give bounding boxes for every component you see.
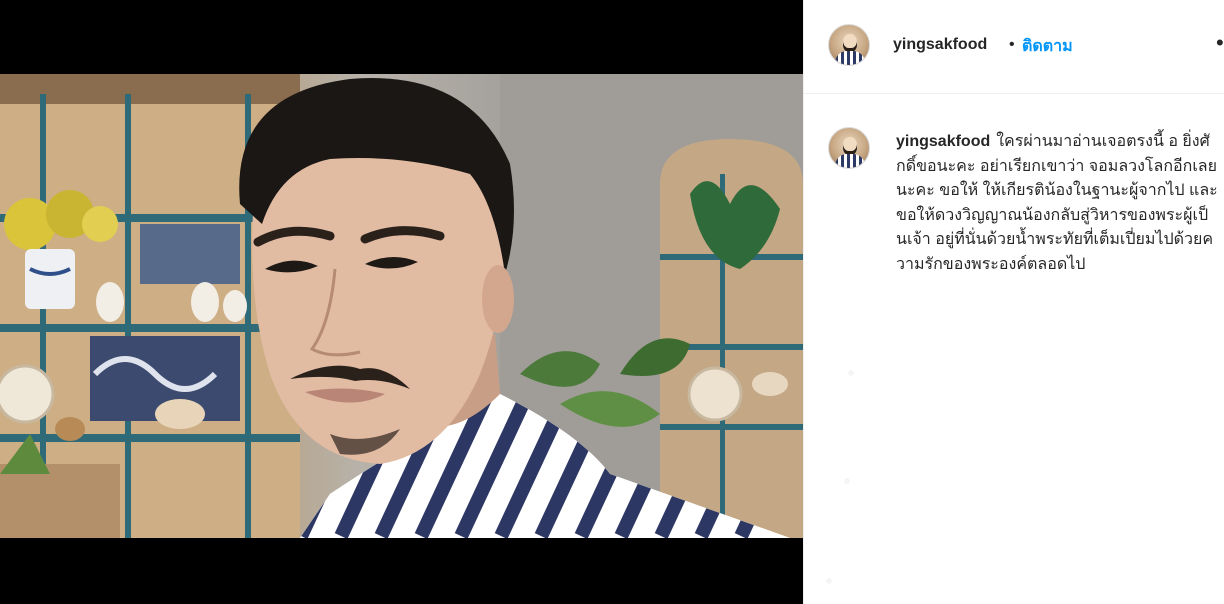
avatar-shirt — [835, 154, 865, 168]
caption-comment: yingsakfood ใครผ่านมาอ่านเจอตรงนี้ อ ยิ่ง… — [804, 94, 1224, 354]
caption-avatar-icon[interactable] — [828, 127, 870, 169]
faint-dot — [826, 578, 832, 584]
selfie-illustration — [0, 74, 803, 538]
more-options-icon[interactable]: • — [1216, 30, 1224, 56]
follow-button[interactable]: ติดตาม — [1022, 34, 1073, 59]
avatar-shirt — [835, 51, 865, 65]
post-header: yingsakfood • ติดตาม • — [804, 0, 1224, 94]
header-username-link[interactable]: yingsakfood — [893, 36, 987, 54]
post-photo[interactable] — [0, 74, 803, 538]
avatar-face — [843, 34, 857, 52]
post-media — [0, 0, 803, 604]
header-separator: • — [1009, 36, 1015, 53]
caption-text: ใครผ่านมาอ่านเจอตรงนี้ อ ยิ่งศักดิ์ขอนะค… — [896, 133, 1218, 273]
faint-dot — [848, 370, 854, 376]
faint-dot — [844, 478, 850, 484]
post-side-panel: yingsakfood • ติดตาม • yingsakfoodใครผ่า… — [803, 0, 1224, 604]
caption-text-block: yingsakfood ใครผ่านมาอ่านเจอตรงนี้ อ ยิ่ง… — [896, 130, 1218, 277]
caption-username-link[interactable]: yingsakfood — [896, 133, 990, 150]
avatar-face — [843, 137, 857, 155]
profile-avatar-icon[interactable] — [828, 24, 870, 66]
